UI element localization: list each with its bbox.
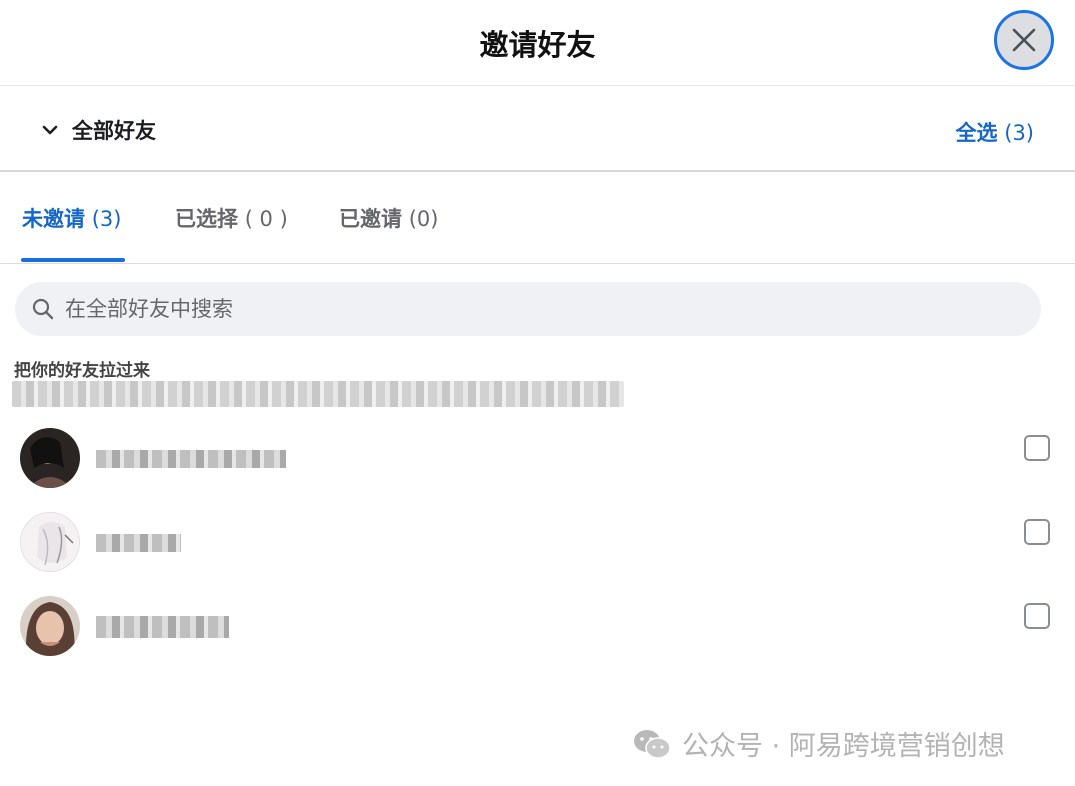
friend-group-label: 全部好友: [72, 119, 156, 143]
active-tab-indicator: [21, 258, 125, 262]
tab-label: 未邀请: [22, 207, 85, 231]
tab-invited[interactable]: 已邀请 (0): [339, 203, 438, 233]
search-icon: [32, 298, 54, 320]
friend-row[interactable]: [0, 596, 1075, 678]
friend-name-blurred: [96, 450, 286, 468]
tab-count: (3): [91, 207, 122, 231]
dialog-header: 邀请好友: [0, 0, 1075, 86]
friend-name-blurred: [96, 534, 181, 552]
chevron-down-icon: [42, 125, 58, 135]
wechat-icon: [634, 729, 671, 759]
dialog-title: 邀请好友: [479, 28, 596, 62]
avatar: [20, 428, 80, 488]
tab-label: 已选择: [175, 207, 238, 231]
select-all-button[interactable]: 全选 (3): [956, 117, 1034, 147]
select-all-label: 全选: [955, 121, 998, 145]
friend-row[interactable]: [0, 512, 1075, 594]
tab-count: (0): [408, 207, 439, 231]
tab-count: ( 0 ): [244, 207, 288, 231]
friend-checkbox[interactable]: [1024, 603, 1050, 629]
tab-selected[interactable]: 已选择 ( 0 ): [175, 203, 288, 233]
close-button[interactable]: [994, 10, 1054, 70]
friend-name-blurred: [96, 616, 229, 638]
friend-checkbox[interactable]: [1024, 519, 1050, 545]
search-input[interactable]: [63, 296, 967, 322]
friend-group-toggle[interactable]: 全部好友: [40, 115, 156, 145]
friend-checkbox[interactable]: [1024, 435, 1050, 461]
blurred-description: [12, 381, 624, 407]
section-title: 把你的好友拉过来: [14, 361, 150, 381]
avatar: [20, 596, 80, 656]
close-icon: [1012, 28, 1036, 52]
watermark-text: 公众号 · 阿易跨境营销创想: [682, 731, 1005, 762]
search-bar: [15, 282, 1041, 336]
friend-row[interactable]: [0, 428, 1075, 510]
avatar: [20, 512, 80, 572]
tab-label: 已邀请: [339, 207, 402, 231]
friend-group-row: 全部好友 全选 (3): [0, 87, 1075, 172]
invite-tabs: 未邀请 (3) 已选择 ( 0 ) 已邀请 (0): [0, 173, 1075, 264]
watermark: 公众号 · 阿易跨境营销创想: [632, 724, 1005, 763]
tab-not-invited[interactable]: 未邀请 (3): [22, 203, 121, 233]
select-all-count: (3): [1004, 121, 1034, 145]
